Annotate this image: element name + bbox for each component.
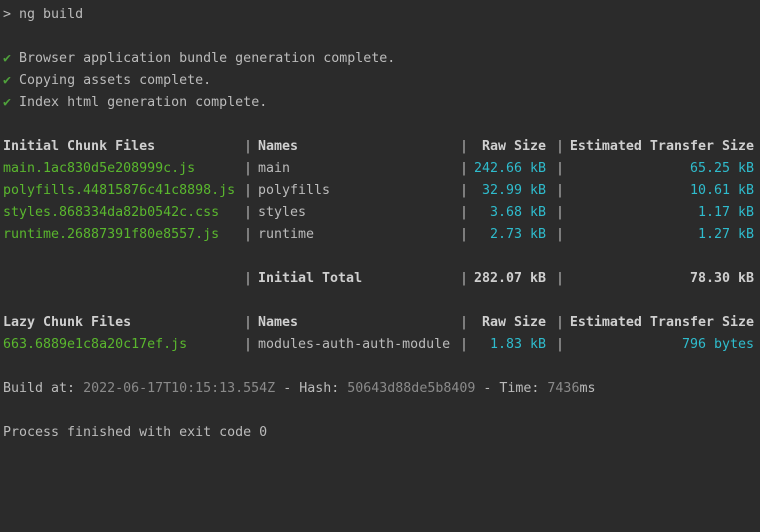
column-separator: | (244, 271, 253, 286)
lazy-table-header: Lazy Chunk Files | Names | Raw Size | Es… (0, 312, 760, 334)
column-separator: | (244, 205, 253, 220)
transfer-size: 1.27 kB (697, 227, 754, 242)
status-text: Browser application bundle generation co… (19, 51, 396, 66)
column-separator: | (556, 337, 565, 352)
raw-size: 2.73 kB (489, 227, 546, 242)
column-separator: | (556, 315, 565, 330)
chunk-name: styles (258, 205, 307, 220)
raw-size: 32.99 kB (481, 183, 546, 198)
chunk-file: polyfills.44815876c41c8898.js (3, 183, 236, 198)
build-at-label: Build at: (3, 381, 84, 396)
column-separator: | (556, 227, 565, 242)
transfer-size: 1.17 kB (697, 205, 754, 220)
command-text: ng build (19, 7, 84, 22)
column-separator: | (460, 227, 469, 242)
build-info-line: Build at: 2022-06-17T10:15:13.554Z - Has… (3, 378, 595, 400)
status-line: ✔ Browser application bundle generation … (3, 48, 395, 70)
column-separator: | (556, 161, 565, 176)
check-icon: ✔ (3, 95, 12, 110)
table-row: polyfills.44815876c41c8898.js | polyfill… (0, 180, 760, 202)
column-separator: | (460, 315, 469, 330)
column-separator: | (460, 139, 469, 154)
build-time: 7436 (547, 381, 580, 396)
column-header-names: Names (258, 315, 299, 330)
column-header-names: Names (258, 139, 299, 154)
chunk-name: main (258, 161, 291, 176)
table-row: 663.6889e1c8a20c17ef.js | modules-auth-a… (0, 334, 760, 356)
column-separator: | (244, 337, 253, 352)
column-separator: | (460, 205, 469, 220)
status-line: ✔ Index html generation complete. (3, 92, 267, 114)
chunk-name: modules-auth-auth-module (258, 337, 451, 352)
exit-message: Process finished with exit code 0 (3, 425, 268, 440)
status-text: Index html generation complete. (19, 95, 268, 110)
transfer-size: 10.61 kB (689, 183, 754, 198)
column-header-transfer-size: Estimated Transfer Size (569, 139, 754, 154)
hash-label: - Hash: (275, 381, 348, 396)
column-separator: | (556, 205, 565, 220)
column-separator: | (460, 337, 469, 352)
time-unit: ms (579, 381, 596, 396)
command-line: > ng build (3, 4, 83, 26)
column-separator: | (244, 315, 253, 330)
raw-size: 3.68 kB (489, 205, 546, 220)
transfer-size: 796 bytes (681, 337, 754, 352)
column-separator: | (556, 271, 565, 286)
column-separator: | (244, 161, 253, 176)
table-row: main.1ac830d5e208999c.js | main | 242.66… (0, 158, 760, 180)
total-raw-size: 282.07 kB (473, 271, 546, 286)
total-label: Initial Total (258, 271, 363, 286)
chunk-file: runtime.26887391f80e8557.js (3, 227, 220, 242)
column-separator: | (460, 161, 469, 176)
column-header-raw-size: Raw Size (481, 139, 546, 154)
chunk-file: 663.6889e1c8a20c17ef.js (3, 337, 188, 352)
chunk-name: runtime (258, 227, 315, 242)
chunk-file: styles.868334da82b0542c.css (3, 205, 220, 220)
chunk-file: main.1ac830d5e208999c.js (3, 161, 196, 176)
raw-size: 1.83 kB (489, 337, 546, 352)
build-hash: 50643d88de5b8409 (347, 381, 476, 396)
check-icon: ✔ (3, 51, 12, 66)
transfer-size: 65.25 kB (689, 161, 754, 176)
initial-table-header: Initial Chunk Files | Names | Raw Size |… (0, 136, 760, 158)
column-separator: | (556, 183, 565, 198)
column-header-files: Initial Chunk Files (3, 139, 156, 154)
column-header-transfer-size: Estimated Transfer Size (569, 315, 754, 330)
table-row: styles.868334da82b0542c.css | styles | 3… (0, 202, 760, 224)
raw-size: 242.66 kB (473, 161, 546, 176)
column-separator: | (556, 139, 565, 154)
column-separator: | (460, 271, 469, 286)
build-timestamp: 2022-06-17T10:15:13.554Z (83, 381, 276, 396)
table-row: runtime.26887391f80e8557.js | runtime | … (0, 224, 760, 246)
time-label: - Time: (475, 381, 548, 396)
column-separator: | (244, 183, 253, 198)
prompt-symbol: > (3, 7, 12, 22)
chunk-name: polyfills (258, 183, 331, 198)
initial-total-row: | Initial Total | 282.07 kB | 78.30 kB (0, 268, 760, 290)
status-text: Copying assets complete. (19, 73, 212, 88)
column-separator: | (460, 183, 469, 198)
check-icon: ✔ (3, 73, 12, 88)
terminal-output[interactable]: ' ' > ng build ✔ Browser application bun… (0, 0, 760, 444)
total-transfer-size: 78.30 kB (689, 271, 754, 286)
status-line: ✔ Copying assets complete. (3, 70, 211, 92)
column-header-files: Lazy Chunk Files (3, 315, 132, 330)
column-separator: | (244, 227, 253, 242)
column-separator: | (244, 139, 253, 154)
column-header-raw-size: Raw Size (481, 315, 546, 330)
